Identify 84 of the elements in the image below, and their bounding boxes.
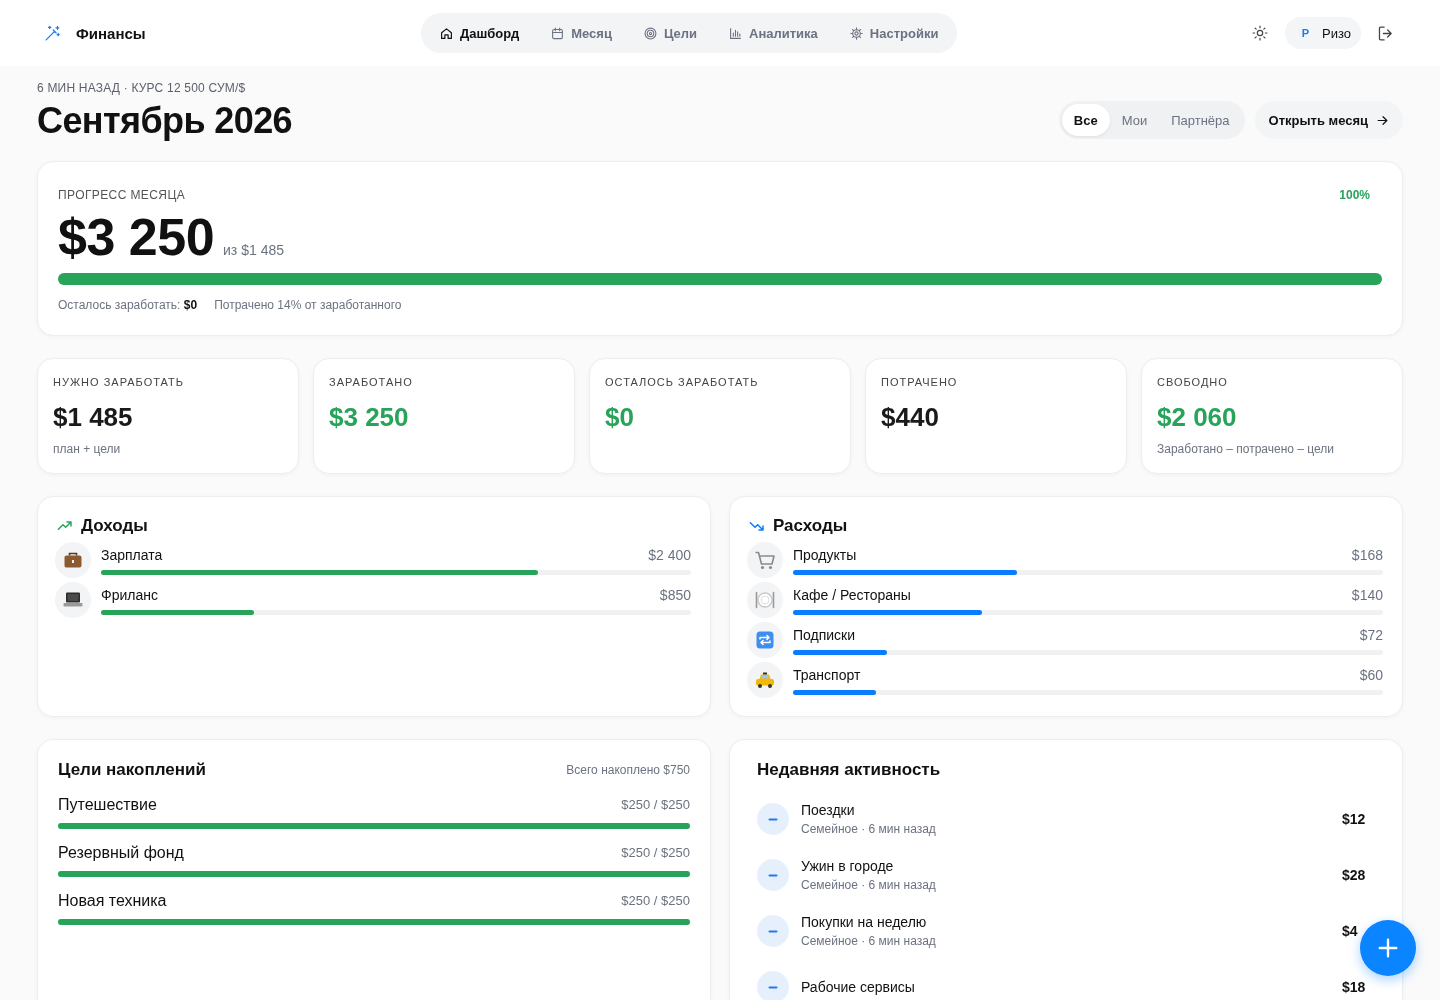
activity-amount: $18 — [1342, 979, 1367, 995]
earned-amount: $3 250 — [58, 209, 215, 265]
calendar-icon — [551, 26, 565, 40]
stat-value: $1 485 — [53, 401, 134, 433]
income-amount: $2 400 — [648, 545, 691, 564]
stat-label: ПОТРАЧЕНО — [881, 375, 959, 389]
gear-icon — [849, 26, 863, 40]
open-month-button[interactable]: Открыть месяц — [1254, 101, 1403, 139]
expense-amount: $60 — [1359, 665, 1383, 684]
stat-value: $0 — [605, 401, 635, 433]
shopping-cart-icon — [747, 542, 783, 578]
nav-tab[interactable]: Цели — [627, 17, 713, 49]
remaining-text: Осталось заработать: $0 — [58, 297, 198, 313]
stat-note: план + цели — [53, 441, 122, 457]
minus-icon — [757, 915, 789, 947]
stat-label: НУЖНО ЗАРАБОТАТЬ — [53, 375, 185, 389]
taxi-icon — [747, 662, 783, 698]
expense-amount: $168 — [1351, 545, 1383, 564]
filter-tab[interactable]: Все — [1061, 104, 1110, 136]
expense-name: Продукты — [793, 545, 857, 564]
magic-wand-icon — [44, 24, 61, 42]
arrow-right-icon — [1376, 113, 1389, 127]
activity-details: Семейное · 6 мин назад — [801, 821, 937, 837]
plus-icon — [1377, 937, 1399, 959]
section-title: Доходы — [81, 515, 148, 537]
activity-name: Поездки — [801, 801, 856, 819]
bar-chart-icon — [729, 26, 742, 40]
user-menu-button[interactable]: Р Ризо — [1284, 17, 1361, 49]
app-name: Финансы — [76, 24, 146, 42]
goal-amount: $250 / $250 — [621, 796, 690, 814]
section-title: Недавняя активность — [757, 759, 942, 781]
home-icon — [440, 26, 453, 40]
minus-icon — [757, 803, 789, 835]
expense-name: Подписки — [793, 625, 856, 644]
activity-amount: $12 — [1342, 811, 1367, 827]
expense-name: Транспорт — [793, 665, 861, 684]
stat-label: ОСТАЛОСЬ ЗАРАБОТАТЬ — [605, 375, 760, 389]
activity-details: Семейное · 6 мин назад — [801, 877, 937, 893]
nav-tab[interactable]: Дашборд — [424, 17, 536, 49]
logout-icon[interactable] — [1377, 24, 1394, 42]
target-amount: из $1 485 — [223, 242, 284, 258]
sun-icon[interactable] — [1251, 25, 1268, 41]
nav-tab[interactable]: Месяц — [535, 17, 628, 49]
savings-total: Всего накоплено $750 — [566, 763, 690, 777]
expense-amount: $140 — [1351, 585, 1383, 604]
card-label: ПРОГРЕСС МЕСЯЦА — [58, 187, 186, 203]
stat-label: ЗАРАБОТАНО — [329, 375, 414, 389]
section-title: Расходы — [773, 515, 848, 537]
nav-tab[interactable]: Аналитика — [713, 17, 834, 49]
goal-name: Путешествие — [58, 795, 157, 815]
spent-share-text: Потрачено 14% от заработанного — [214, 297, 402, 313]
filter-tab[interactable]: Мои — [1109, 104, 1160, 136]
minus-icon — [757, 859, 789, 891]
goal-amount: $250 / $250 — [621, 844, 690, 862]
activity-amount: $4 — [1342, 923, 1359, 939]
income-amount: $850 — [659, 585, 691, 604]
activity-name: Ужин в городе — [801, 857, 895, 875]
section-title: Цели накоплений — [58, 759, 206, 781]
stat-value: $2 060 — [1157, 401, 1238, 433]
update-info: 6 МИН НАЗАД · КУРС 12 500 СУМ/$ — [37, 80, 247, 96]
expense-amount: $72 — [1359, 625, 1383, 644]
activity-name: Рабочие сервисы — [801, 978, 916, 996]
expense-name: Кафе / Рестораны — [793, 585, 911, 604]
stat-value: $3 250 — [329, 401, 410, 433]
nav-tab[interactable]: Настройки — [833, 17, 955, 49]
goal-name: Новая техника — [58, 891, 167, 911]
goal-amount: $250 / $250 — [621, 892, 690, 910]
goal-name: Резервный фонд — [58, 843, 184, 863]
income-name: Фриланс — [101, 585, 158, 604]
stat-note: Заработано – потрачено – цели — [1157, 441, 1335, 457]
activity-name: Покупки на неделю — [801, 913, 928, 931]
repeat-icon — [747, 622, 783, 658]
activity-details: Семейное · 6 мин назад — [801, 933, 937, 949]
stat-label: СВОБОДНО — [1157, 375, 1229, 389]
stat-value: $440 — [881, 401, 940, 433]
briefcase-icon — [55, 542, 91, 578]
income-name: Зарплата — [101, 545, 163, 564]
filter-tab[interactable]: Партнёра — [1159, 104, 1242, 136]
target-icon — [643, 26, 657, 40]
page-title: Сентябрь 2026 — [37, 101, 293, 141]
laptop-icon — [55, 582, 91, 618]
activity-amount: $28 — [1342, 867, 1367, 883]
progress-percent: 100% — [1339, 187, 1370, 203]
plate-with-cutlery-icon — [747, 582, 783, 618]
